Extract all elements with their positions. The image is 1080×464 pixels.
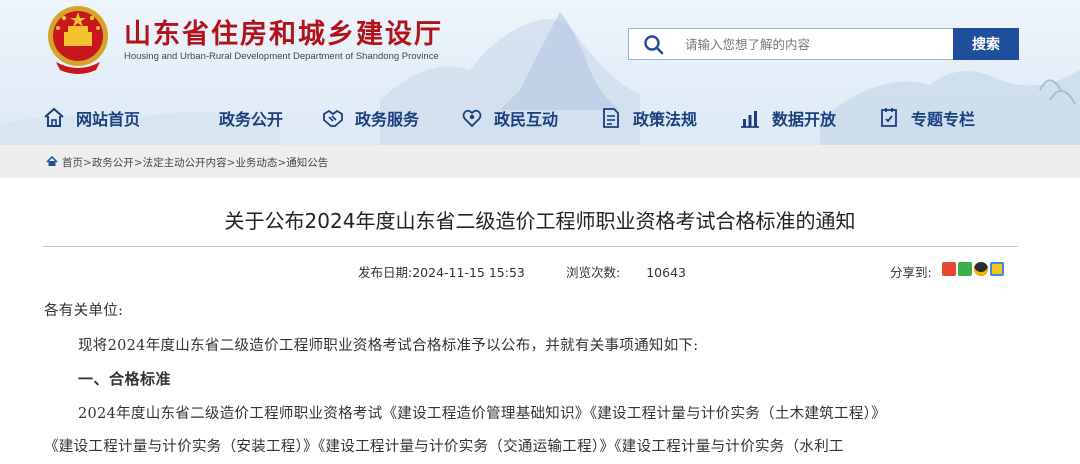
breadcrumb: 首页>政务公开>法定主动公开内容>业务动态>通知公告 [62, 155, 328, 170]
breadcrumb-separator: > [133, 157, 143, 169]
article-title: 关于公布2024年度山东省二级造价工程师职业资格考试合格标准的通知 [224, 209, 856, 233]
title-divider [43, 246, 1018, 247]
breadcrumb-link-business-news[interactable]: 业务动态 [235, 157, 277, 169]
breadcrumb-link-home[interactable]: 首页 [62, 157, 83, 169]
publish-value: 2024-11-15 15:53 [412, 265, 525, 280]
chart-icon [741, 111, 759, 128]
search-icon [644, 35, 664, 55]
views-label: 浏览次数: [566, 265, 621, 280]
nav-item-gov-affairs[interactable]: 政务公开 [219, 106, 283, 130]
qq-icon[interactable] [974, 262, 988, 276]
weibo-icon[interactable] [942, 262, 956, 276]
nav-item-services[interactable]: 政务服务 [321, 106, 419, 130]
nav-label: 网站首页 [76, 110, 141, 129]
salutation: 各有关单位: [44, 303, 124, 319]
breadcrumb-link-notices[interactable]: 通知公告 [286, 157, 328, 169]
body-paragraph-line: 《建设工程计量与计价实务（安装工程）》《建设工程计量与计价实务（交通运输工程）》… [44, 439, 844, 455]
topic-icon [881, 108, 897, 127]
site-subtitle: Housing and Urban-Rural Development Depa… [124, 51, 439, 62]
nav-item-topics[interactable]: 专题专栏 [877, 106, 975, 130]
qzone-icon[interactable] [990, 262, 1004, 276]
nav-item-home[interactable]: 网站首页 [42, 106, 140, 130]
site-title: 山东省住房和城乡建设厅 [124, 19, 443, 50]
section-heading: 一、合格标准 [78, 370, 172, 388]
search-button[interactable]: 搜索 [953, 28, 1019, 60]
nav-label: 政策法规 [633, 110, 698, 129]
views-value: 10643 [646, 265, 686, 280]
breadcrumb-separator: > [277, 157, 287, 169]
nav-label: 专题专栏 [911, 110, 976, 129]
breadcrumb-separator: > [83, 157, 92, 169]
handshake-icon [323, 109, 343, 127]
share-icons [942, 262, 1004, 276]
nav-label: 数据开放 [772, 110, 837, 129]
intro-paragraph: 现将2024年度山东省二级造价工程师职业资格考试合格标准予以公布，并就有关事项通… [78, 338, 699, 354]
document-icon [603, 108, 619, 128]
body-paragraph-line: 2024年度山东省二级造价工程师职业资格考试《建设工程造价管理基础知识》《建设工… [78, 406, 886, 422]
search-input[interactable] [685, 34, 935, 54]
national-emblem-logo [48, 6, 108, 74]
search-box [628, 28, 953, 60]
breadcrumb-link-gov-affairs[interactable]: 政务公开 [92, 157, 134, 169]
publish-date: 发布日期:2024-11-15 15:53 [358, 262, 525, 281]
breadcrumb-bar: 首页>政务公开>法定主动公开内容>业务动态>通知公告 [0, 145, 1080, 178]
nav-label: 政务公开 [219, 110, 284, 129]
nav-label: 政务服务 [355, 110, 420, 129]
home-icon [46, 156, 58, 166]
nav-item-policies[interactable]: 政策法规 [599, 106, 697, 130]
publish-label: 发布日期: [358, 265, 413, 280]
view-count: 浏览次数: 10643 [566, 262, 686, 281]
nav-item-open-data[interactable]: 数据开放 [738, 106, 836, 130]
home-icon [44, 107, 64, 127]
nav-item-interaction[interactable]: 政民互动 [460, 106, 558, 130]
main-nav: 网站首页 政务公开 政务服务 政民互动 政策法规 数据开放 专题专栏 [0, 100, 1080, 136]
interaction-icon [462, 109, 482, 128]
wechat-icon[interactable] [958, 262, 972, 276]
share-label: 分享到: [890, 265, 932, 280]
nav-label: 政民互动 [494, 110, 559, 129]
site-header: 山东省住房和城乡建设厅 Housing and Urban-Rural Deve… [0, 0, 1080, 145]
breadcrumb-link-disclosure[interactable]: 法定主动公开内容 [143, 157, 227, 169]
